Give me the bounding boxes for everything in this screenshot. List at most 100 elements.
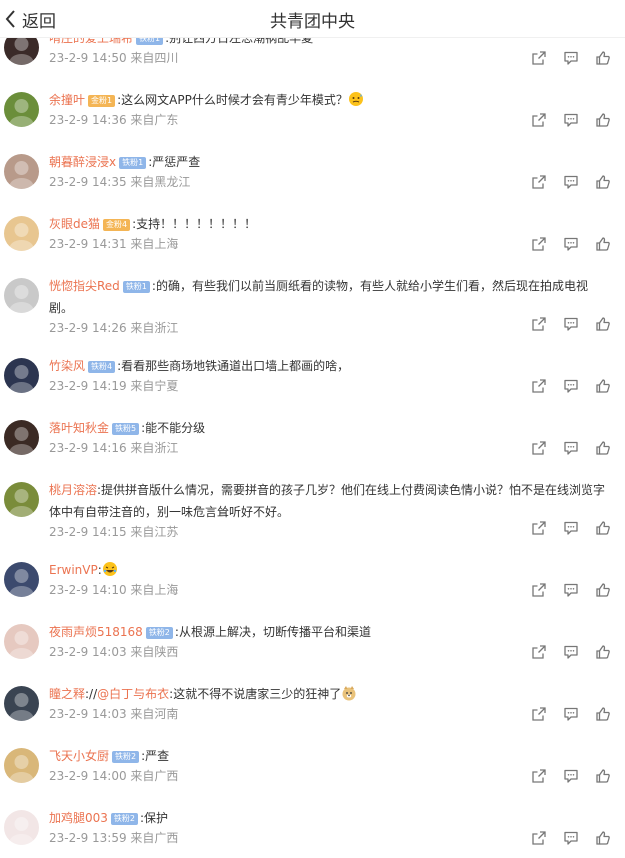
- reply-button[interactable]: [563, 112, 579, 128]
- username-link[interactable]: 桃月溶溶: [49, 483, 97, 497]
- username-link[interactable]: ErwinVP: [49, 563, 98, 577]
- avatar[interactable]: [4, 748, 39, 783]
- username-link[interactable]: 落叶知秋金: [49, 421, 109, 435]
- like-button[interactable]: [595, 378, 611, 394]
- share-icon: [531, 316, 547, 332]
- username-link[interactable]: 余撞叶: [49, 93, 85, 107]
- like-button[interactable]: [595, 50, 611, 66]
- comment-text-line: 恍惚指尖Red 铁粉1:的确，有些我们以前当厕纸看的读物，有些人就给小学生们看，然…: [49, 275, 607, 319]
- comment-icon: [563, 112, 579, 128]
- like-button[interactable]: [595, 706, 611, 722]
- username-link[interactable]: 灰眼de猫: [49, 217, 100, 231]
- reply-button[interactable]: [563, 50, 579, 66]
- comment-actions: [515, 50, 611, 66]
- username-link[interactable]: 啃庄的爱上瑞希: [49, 38, 133, 45]
- fan-badge: 铁粉5: [112, 423, 140, 435]
- share-icon: [531, 236, 547, 252]
- comment-actions: [515, 112, 611, 128]
- repost-button[interactable]: [531, 706, 547, 722]
- avatar[interactable]: [4, 562, 39, 597]
- comment-list[interactable]: 啃庄的爱上瑞希 铁粉1:别让西方日左思潮祸乱华夏 23-2-9 14:50 来自四川…: [0, 38, 625, 858]
- like-button[interactable]: [595, 174, 611, 190]
- like-icon: [595, 706, 611, 722]
- comment-item: ErwinVP: 23-2-9 14:10 来自上海: [0, 554, 625, 616]
- comment-actions: [515, 316, 611, 332]
- like-icon: [595, 520, 611, 536]
- repost-button[interactable]: [531, 316, 547, 332]
- like-button[interactable]: [595, 520, 611, 536]
- avatar[interactable]: [4, 154, 39, 189]
- fan-badge: 铁粉2: [110, 813, 138, 825]
- repost-button[interactable]: [531, 236, 547, 252]
- repost-button[interactable]: [531, 174, 547, 190]
- avatar[interactable]: [4, 38, 39, 65]
- reply-button[interactable]: [563, 520, 579, 536]
- comment-text-line: 啃庄的爱上瑞希 铁粉1:别让西方日左思潮祸乱华夏: [49, 38, 607, 49]
- reply-button[interactable]: [563, 174, 579, 190]
- username-link[interactable]: 飞天小女厨: [49, 749, 109, 763]
- like-icon: [595, 644, 611, 660]
- reply-button[interactable]: [563, 236, 579, 252]
- comment-text-line: 落叶知秋金 铁粉5:能不能分级: [49, 417, 607, 439]
- comment-item: 竹染风 铁粉4:看看那些商场地铁通道出口墙上都画的啥， 23-2-9 14:19 来…: [0, 350, 625, 412]
- like-button[interactable]: [595, 582, 611, 598]
- avatar[interactable]: [4, 358, 39, 393]
- comment-icon: [563, 174, 579, 190]
- repost-button[interactable]: [531, 378, 547, 394]
- comment-text: :这么网文APP什么时候才会有青少年模式？: [117, 93, 348, 107]
- fan-badge: 金粉4: [103, 219, 131, 231]
- like-icon: [595, 174, 611, 190]
- share-icon: [531, 582, 547, 598]
- like-button[interactable]: [595, 112, 611, 128]
- repost-button[interactable]: [531, 582, 547, 598]
- like-button[interactable]: [595, 644, 611, 660]
- comment-actions: [515, 236, 611, 252]
- username-link[interactable]: 夜雨声烦518168: [49, 625, 143, 639]
- repost-button[interactable]: [531, 644, 547, 660]
- like-icon: [595, 316, 611, 332]
- username-link[interactable]: 加鸡腿003: [49, 811, 108, 825]
- avatar[interactable]: [4, 92, 39, 127]
- reply-button[interactable]: [563, 706, 579, 722]
- comment-item: 灰眼de猫 金粉4:支持！！！！！！！！ 23-2-9 14:31 来自上海: [0, 208, 625, 270]
- avatar[interactable]: [4, 278, 39, 313]
- like-button[interactable]: [595, 830, 611, 846]
- repost-button[interactable]: [531, 440, 547, 456]
- like-button[interactable]: [595, 768, 611, 784]
- like-button[interactable]: [595, 236, 611, 252]
- reply-button[interactable]: [563, 768, 579, 784]
- like-button[interactable]: [595, 440, 611, 456]
- username-link[interactable]: 竹染风: [49, 359, 85, 373]
- mention-link[interactable]: @白丁与布衣: [97, 687, 169, 701]
- repost-button[interactable]: [531, 830, 547, 846]
- repost-button[interactable]: [531, 112, 547, 128]
- username-link[interactable]: 恍惚指尖Red: [49, 279, 120, 293]
- username-link[interactable]: 瞳之释: [49, 687, 85, 701]
- like-icon: [595, 378, 611, 394]
- reply-button[interactable]: [563, 378, 579, 394]
- comment-text: :严查: [141, 749, 170, 763]
- comment-item: 瞳之释://@白丁与布衣:这就不得不说唐家三少的狂神了 23-2-9 14:03 …: [0, 678, 625, 740]
- avatar[interactable]: [4, 482, 39, 517]
- reply-button[interactable]: [563, 582, 579, 598]
- repost-button[interactable]: [531, 768, 547, 784]
- comment-text: :严惩严查: [148, 155, 201, 169]
- repost-button[interactable]: [531, 50, 547, 66]
- avatar[interactable]: [4, 216, 39, 251]
- repost-button[interactable]: [531, 520, 547, 536]
- avatar[interactable]: [4, 624, 39, 659]
- share-icon: [531, 706, 547, 722]
- avatar[interactable]: [4, 686, 39, 721]
- comment-text: :看看那些商场地铁通道出口墙上都画的啥，: [117, 359, 350, 373]
- avatar[interactable]: [4, 810, 39, 845]
- avatar[interactable]: [4, 420, 39, 455]
- reply-button[interactable]: [563, 830, 579, 846]
- reply-button[interactable]: [563, 644, 579, 660]
- like-button[interactable]: [595, 316, 611, 332]
- reply-button[interactable]: [563, 440, 579, 456]
- back-button[interactable]: 返回: [4, 6, 56, 32]
- reply-button[interactable]: [563, 316, 579, 332]
- comment-actions: [515, 174, 611, 190]
- comment-item: 夜雨声烦518168 铁粉2:从根源上解决，切断传播平台和渠道 23-2-9 14:…: [0, 616, 625, 678]
- username-link[interactable]: 朝暮醉浸浸x: [49, 155, 116, 169]
